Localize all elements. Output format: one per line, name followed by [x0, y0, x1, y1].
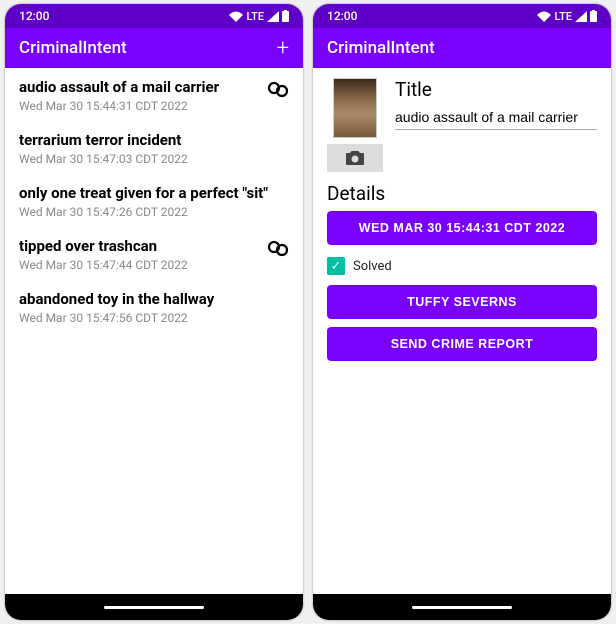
- check-icon: ✓: [331, 259, 342, 274]
- handcuffs-icon: [267, 80, 289, 102]
- camera-icon: [345, 150, 365, 166]
- system-nav-bar: [313, 594, 611, 620]
- network-label: LTE: [246, 10, 264, 23]
- crime-date: Wed Mar 30 15:47:26 CDT 2022: [19, 205, 289, 219]
- crime-title: abandoned toy in the hallway: [19, 290, 289, 308]
- list-item[interactable]: abandoned toy in the hallway Wed Mar 30 1…: [5, 280, 303, 333]
- status-icons: LTE: [229, 10, 289, 23]
- nav-pill[interactable]: [104, 606, 204, 609]
- list-item[interactable]: tipped over trashcan Wed Mar 30 15:47:44 …: [5, 227, 303, 280]
- phone-list: 12:00 LTE CriminalIntent + audio assault…: [5, 4, 303, 620]
- solved-checkbox[interactable]: ✓: [327, 257, 345, 275]
- list-item[interactable]: only one treat given for a perfect "sit"…: [5, 174, 303, 227]
- phone-detail: 12:00 LTE CriminalIntent Title Details W…: [313, 4, 611, 620]
- add-crime-button[interactable]: +: [277, 36, 289, 61]
- app-bar: CriminalIntent: [313, 28, 611, 68]
- signal-icon: [267, 11, 279, 22]
- title-label: Title: [395, 78, 597, 101]
- crime-title: audio assault of a mail carrier: [19, 78, 261, 96]
- crime-detail: Title Details WED MAR 30 15:44:31 CDT 20…: [313, 68, 611, 594]
- crime-title-input[interactable]: [395, 105, 597, 130]
- crime-photo-thumbnail[interactable]: [333, 78, 377, 138]
- suspect-button[interactable]: TUFFY SEVERNS: [327, 285, 597, 319]
- battery-icon: [282, 10, 289, 22]
- status-bar: 12:00 LTE: [5, 4, 303, 28]
- app-title: CriminalIntent: [327, 38, 435, 58]
- crime-date: Wed Mar 30 15:47:03 CDT 2022: [19, 152, 289, 166]
- app-title: CriminalIntent: [19, 38, 127, 58]
- crime-date: Wed Mar 30 15:47:44 CDT 2022: [19, 258, 261, 272]
- date-button[interactable]: WED MAR 30 15:44:31 CDT 2022: [327, 211, 597, 245]
- status-time: 12:00: [327, 9, 357, 23]
- camera-button[interactable]: [327, 144, 383, 172]
- crime-title: terrarium terror incident: [19, 131, 289, 149]
- crime-date: Wed Mar 30 15:47:56 CDT 2022: [19, 311, 289, 325]
- status-time: 12:00: [19, 9, 49, 23]
- app-bar: CriminalIntent +: [5, 28, 303, 68]
- wifi-icon: [537, 11, 551, 22]
- crime-date: Wed Mar 30 15:44:31 CDT 2022: [19, 99, 261, 113]
- list-item[interactable]: terrarium terror incident Wed Mar 30 15:4…: [5, 121, 303, 174]
- battery-icon: [590, 10, 597, 22]
- system-nav-bar: [5, 594, 303, 620]
- list-item[interactable]: audio assault of a mail carrier Wed Mar 3…: [5, 68, 303, 121]
- crime-title: only one treat given for a perfect "sit": [19, 184, 289, 202]
- wifi-icon: [229, 11, 243, 22]
- details-heading: Details: [327, 182, 597, 205]
- crime-title: tipped over trashcan: [19, 237, 261, 255]
- solved-label: Solved: [353, 259, 392, 274]
- nav-pill[interactable]: [412, 606, 512, 609]
- handcuffs-icon: [267, 239, 289, 261]
- send-report-button[interactable]: SEND CRIME REPORT: [327, 327, 597, 361]
- crime-list: audio assault of a mail carrier Wed Mar 3…: [5, 68, 303, 594]
- status-bar: 12:00 LTE: [313, 4, 611, 28]
- network-label: LTE: [554, 10, 572, 23]
- signal-icon: [575, 11, 587, 22]
- status-icons: LTE: [537, 10, 597, 23]
